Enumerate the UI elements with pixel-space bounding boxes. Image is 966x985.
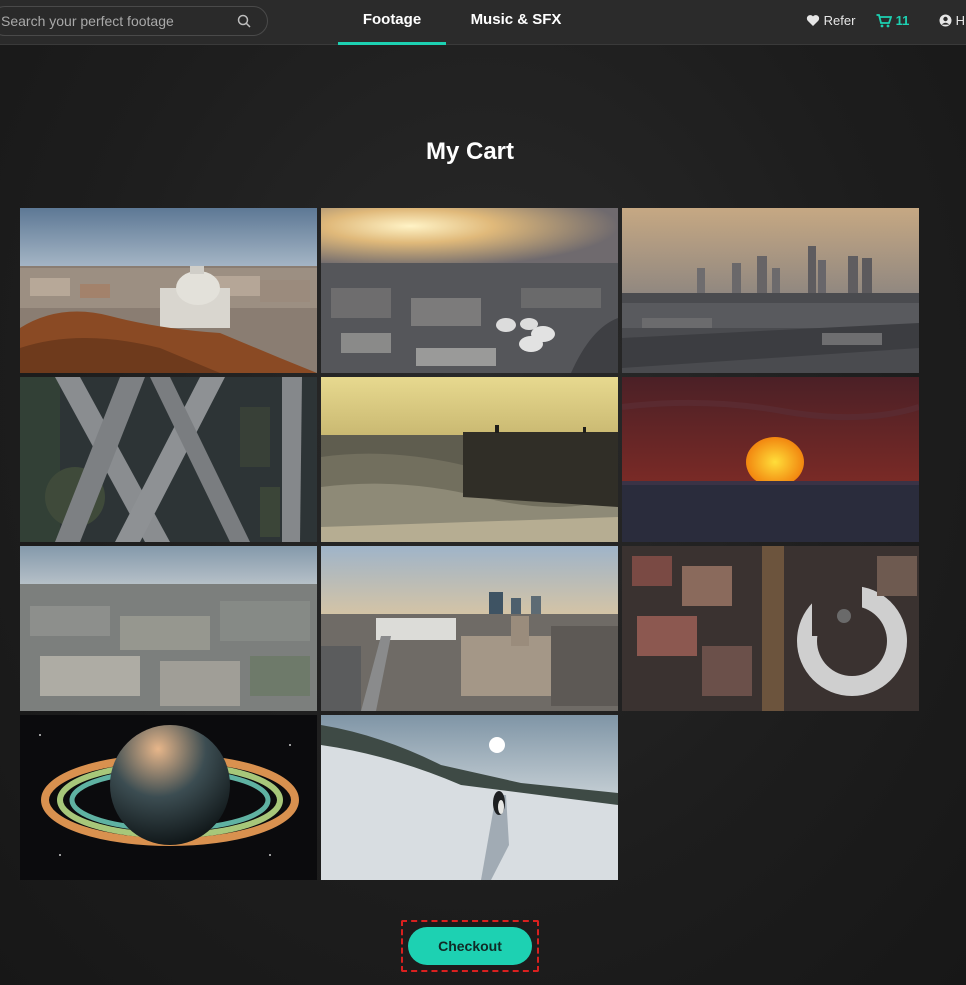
account-menu[interactable]: H [939,0,965,45]
account-initial: H [955,12,966,28]
cart-count: 11 [895,12,910,28]
search-box[interactable] [0,6,268,36]
cart-item-city-skyline-dusk[interactable] [622,208,919,373]
cart-item-industrial-sunset-aerial[interactable] [321,208,618,373]
cart-item-rome-aerial-dome[interactable] [20,208,317,373]
cart-item-sun-setting-over-sea[interactable] [622,377,919,542]
search-input[interactable] [1,7,221,35]
cart-item-waves-pier-golden[interactable] [321,377,618,542]
cart-item-penguin-snowfield[interactable] [321,715,618,880]
cart-icon [876,13,893,27]
search-icon[interactable] [237,14,251,28]
cart-item-city-night-topdown[interactable] [622,546,919,711]
top-navigation-bar: Footage Music & SFX Refer 11 H [0,0,966,45]
cart-grid [20,208,920,882]
cart-item-ringed-planet[interactable] [20,715,317,880]
refer-link[interactable]: Refer [806,0,855,45]
heart-icon [806,15,820,27]
cart-link[interactable]: 11 [876,0,909,45]
user-icon [939,14,952,27]
page-title: My Cart [425,138,515,165]
checkout-button[interactable]: Checkout [408,927,532,965]
refer-label: Refer [823,12,856,28]
tab-music-sfx[interactable]: Music & SFX [462,0,570,45]
checkout-highlight: Checkout [401,920,539,972]
tab-footage[interactable]: Footage [338,0,446,45]
cart-item-downtown-campus-aerial[interactable] [321,546,618,711]
cart-item-european-city-aerial[interactable] [20,546,317,711]
cart-item-highway-interchange-aerial[interactable] [20,377,317,542]
